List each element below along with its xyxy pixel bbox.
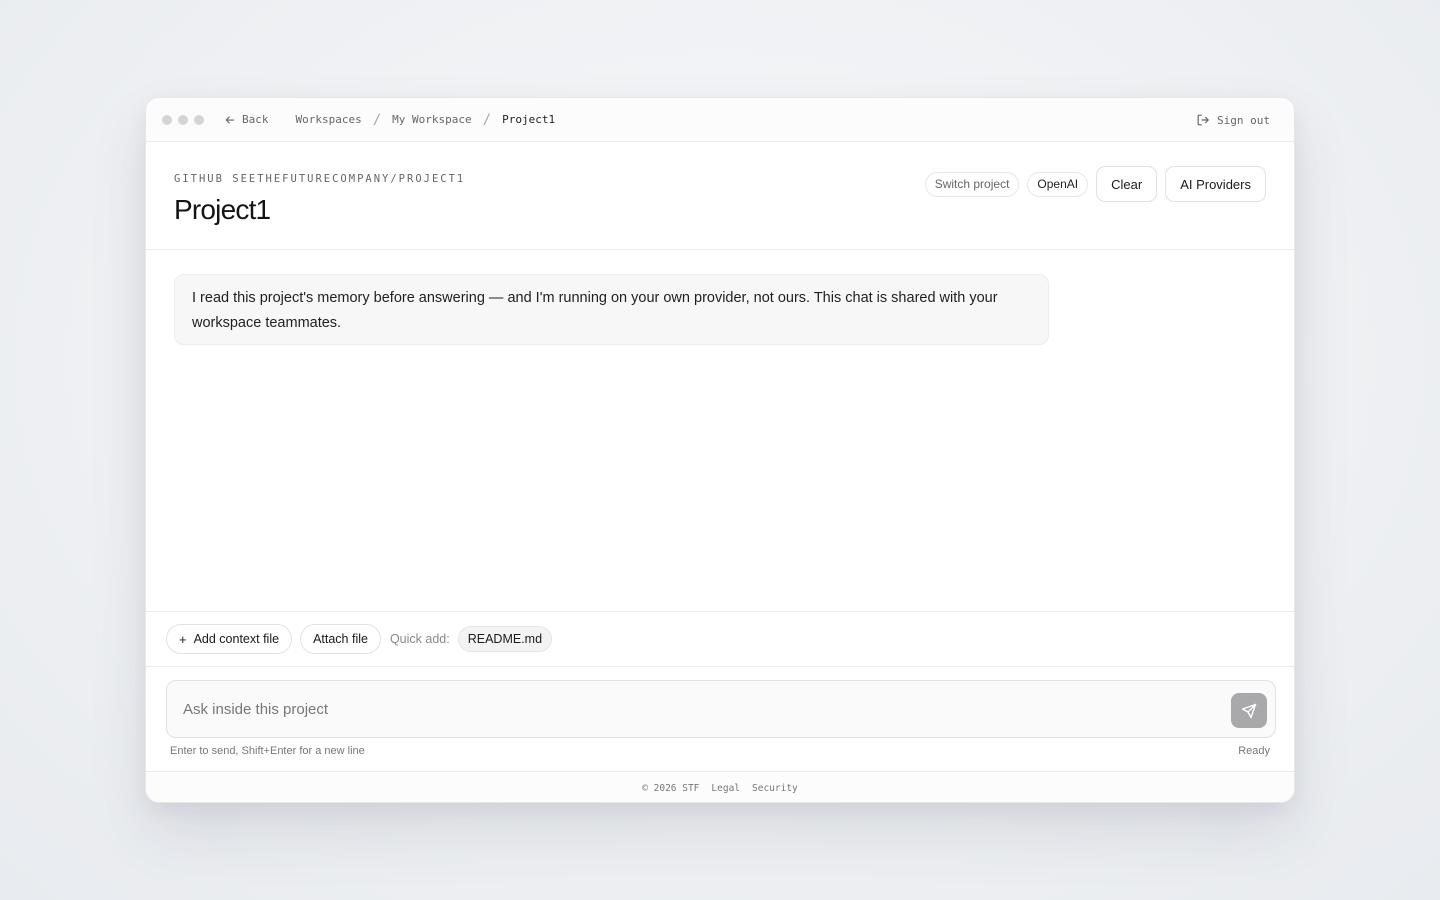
sign-out-icon [1197, 114, 1209, 126]
add-context-file-button[interactable]: + Add context file [166, 624, 293, 654]
footer: © 2026 STF Legal Security [146, 771, 1294, 802]
breadcrumb-my-workspace[interactable]: My Workspace [392, 113, 471, 126]
legal-link[interactable]: Legal [711, 783, 740, 794]
assistant-message: I read this project's memory before answ… [174, 274, 1049, 345]
breadcrumb-separator: / [372, 111, 382, 128]
quick-add-label: Quick add: [389, 632, 450, 646]
breadcrumb-workspaces[interactable]: Workspaces [296, 113, 362, 126]
context-bar: + Add context file Attach file Quick add… [146, 611, 1294, 667]
window-dot-minimize[interactable] [178, 114, 188, 125]
plus-icon: + [179, 631, 187, 647]
page-title: Project1 [174, 194, 271, 225]
breadcrumb: Workspaces / My Workspace / Project1 [296, 112, 556, 128]
breadcrumb-separator: / [482, 111, 492, 128]
provider-badge[interactable]: OpenAI [1027, 171, 1089, 197]
back-label: Back [242, 113, 269, 126]
quick-add-readme[interactable]: README.md [457, 626, 553, 652]
security-link[interactable]: Security [752, 783, 798, 794]
repo-label: GITHUB SEETHEFUTURECOMPANY/PROJECT1 [174, 173, 466, 185]
message-input[interactable] [167, 681, 1275, 737]
switch-project-button[interactable]: Switch project [924, 171, 1020, 197]
copyright: © 2026 STF [642, 782, 700, 794]
arrow-left-icon [225, 115, 235, 124]
project-header: GITHUB SEETHEFUTURECOMPANY/PROJECT1 Proj… [146, 142, 1294, 250]
status-text: Ready [1238, 745, 1270, 757]
send-icon [1241, 703, 1257, 718]
app-window: Back Workspaces / My Workspace / Project… [145, 97, 1295, 803]
ai-providers-button[interactable]: AI Providers [1165, 166, 1266, 202]
breadcrumb-project: Project1 [502, 113, 556, 126]
sign-out-label: Sign out [1217, 113, 1270, 127]
back-button[interactable]: Back [224, 113, 269, 126]
attach-file-button[interactable]: Attach file [300, 624, 381, 654]
window-controls [162, 114, 204, 125]
send-button[interactable] [1231, 693, 1267, 728]
sign-out-button[interactable]: Sign out [1196, 98, 1270, 142]
window-dot-maximize[interactable] [194, 114, 204, 125]
add-context-label: Add context file [193, 632, 280, 646]
title-bar: Back Workspaces / My Workspace / Project… [146, 98, 1294, 142]
header-actions: Switch project OpenAI Clear AI Providers [924, 166, 1266, 202]
clear-button[interactable]: Clear [1096, 166, 1158, 202]
composer-hint: Enter to send, Shift+Enter for a new lin… [170, 745, 365, 757]
window-dot-close[interactable] [162, 114, 172, 125]
composer [166, 680, 1276, 738]
